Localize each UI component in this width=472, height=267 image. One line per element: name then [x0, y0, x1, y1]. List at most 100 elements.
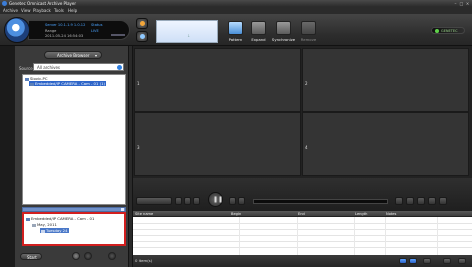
- main-toolbar: Server 10.1.1.9 1.0.12 Range Status 2011…: [0, 14, 472, 46]
- export-button[interactable]: [108, 252, 116, 260]
- search-label: Source: [19, 66, 33, 71]
- preview-arrow-icon: ↓: [187, 33, 191, 38]
- bookmark-button[interactable]: [417, 197, 425, 205]
- maximize-icon[interactable]: □: [459, 1, 464, 6]
- calendar-item-label: Tuesday 24: [46, 228, 68, 233]
- zoom-out-button[interactable]: [395, 197, 403, 205]
- zoom-in-button[interactable]: [406, 197, 414, 205]
- calendar-item[interactable]: Tuesday 24: [40, 228, 69, 233]
- app-icon: [2, 1, 7, 6]
- brand-text: GENETEC: [441, 29, 458, 33]
- step-back-button[interactable]: [184, 197, 191, 205]
- synchronize-tool[interactable]: Synchronize: [271, 20, 296, 45]
- view-details-button[interactable]: [409, 258, 417, 264]
- menu-archive[interactable]: Archive: [3, 8, 18, 13]
- tree-item[interactable]: Embedded/IP CAMERA - Cam - 01 (1): [29, 81, 106, 86]
- grid-divider: [354, 217, 355, 255]
- menu-help[interactable]: Help: [68, 8, 77, 13]
- camera-icon: [26, 217, 30, 221]
- calendar-tree: Embedded/IP CAMERA - Cam - 01 May, 2011 …: [22, 212, 126, 246]
- camera-logo-icon: [4, 17, 30, 43]
- search-input[interactable]: All archives: [33, 63, 124, 71]
- snapshot-button[interactable]: [136, 18, 148, 29]
- tile-number: 1: [137, 81, 140, 86]
- column-header[interactable]: Notes: [386, 212, 396, 216]
- grid-divider: [297, 217, 298, 255]
- clear-button[interactable]: [443, 258, 451, 264]
- column-header[interactable]: Site name: [135, 212, 153, 216]
- brand-dot-icon: [435, 29, 439, 33]
- brand-logo: GENETEC: [431, 27, 465, 34]
- menu-playback[interactable]: Playback: [33, 8, 51, 13]
- menu-tools[interactable]: Tools: [54, 8, 64, 13]
- view-list-button[interactable]: [399, 258, 407, 264]
- synchronize-label: Synchronize: [271, 37, 296, 42]
- info-level-bar: [111, 34, 125, 36]
- calendar-item-label: Embedded/IP CAMERA - Cam - 01: [31, 216, 95, 221]
- results-table: [133, 217, 472, 255]
- status-bar: 0 item(s): [133, 255, 472, 267]
- menu-bar: Archive View Playback Tools Help: [0, 7, 472, 14]
- step-forward-button[interactable]: [229, 197, 236, 205]
- tile-number: 2: [305, 81, 308, 86]
- eye-button[interactable]: [136, 31, 148, 42]
- grid-divider: [385, 217, 386, 255]
- search-icon[interactable]: [117, 65, 122, 70]
- day-icon: [41, 229, 45, 233]
- column-header[interactable]: Begin: [231, 212, 241, 216]
- collapse-icon[interactable]: [121, 208, 124, 211]
- start-label: Start: [27, 255, 37, 260]
- loop-button[interactable]: [428, 197, 436, 205]
- filter-button[interactable]: [423, 258, 431, 264]
- video-tile[interactable]: 1: [134, 48, 301, 112]
- camera-icon: [30, 82, 34, 86]
- eye-icon: [140, 34, 145, 39]
- expand-label: Expand: [251, 37, 266, 42]
- archive-browser-label: Archive Browser: [57, 53, 90, 58]
- slow-button[interactable]: [193, 197, 200, 205]
- archive-browser-button[interactable]: Archive Browser ▾: [44, 51, 102, 59]
- calendar-item[interactable]: Embedded/IP CAMERA - Cam - 01: [26, 216, 94, 221]
- left-panel: Archive Browser ▾ Source All archives Sl…: [15, 46, 128, 267]
- play-pause-button[interactable]: ❚❚: [208, 192, 223, 207]
- archive-tree: Slovic-PC Embedded/IP CAMERA - Cam - 01 …: [22, 74, 126, 205]
- remove-tool[interactable]: Remove: [296, 20, 321, 45]
- timeline-slider[interactable]: [253, 199, 388, 204]
- title-bar: Genetec Omnicast Archive Player – □ ×: [0, 0, 472, 7]
- grid-divider: [437, 217, 438, 255]
- menu-view[interactable]: View: [21, 8, 31, 13]
- playback-controls: ❚❚: [133, 178, 472, 211]
- video-tile[interactable]: 4: [302, 112, 469, 176]
- pattern-tool[interactable]: Pattern: [223, 20, 248, 45]
- synchronize-icon: [276, 21, 291, 35]
- minimize-icon[interactable]: –: [453, 1, 458, 6]
- rewind-button[interactable]: [175, 197, 182, 205]
- info-line-4: 2011-05-24 16:54:03: [45, 34, 84, 38]
- grid-divider: [239, 217, 240, 255]
- video-tile[interactable]: 3: [134, 112, 301, 176]
- info-line-3: Status: [91, 23, 103, 27]
- start-button[interactable]: Start: [20, 253, 42, 260]
- close-icon[interactable]: ×: [465, 1, 470, 6]
- grid-divider: [133, 229, 472, 230]
- column-header[interactable]: End: [298, 212, 305, 216]
- sun-icon: [140, 21, 145, 26]
- fast-forward-button[interactable]: [238, 197, 245, 205]
- video-grid: 1 2 3 4: [133, 46, 472, 178]
- column-header[interactable]: Length: [355, 212, 367, 216]
- info-line-2: Range: [45, 29, 57, 33]
- options-button[interactable]: [72, 252, 80, 260]
- expand-tool[interactable]: Expand: [246, 20, 271, 45]
- info-line-1: Server 10.1.1.9 1.0.12: [45, 23, 86, 27]
- refresh-button[interactable]: [84, 252, 92, 260]
- tile-number: 3: [137, 145, 140, 150]
- video-tile[interactable]: 2: [302, 48, 469, 112]
- grid-divider: [133, 223, 472, 224]
- settings-button[interactable]: [458, 258, 466, 264]
- calendar-item[interactable]: May, 2011: [32, 222, 57, 227]
- tree-item-label: Embedded/IP CAMERA - Cam - 01 (1): [35, 81, 105, 86]
- info-line-5: LIVE: [91, 29, 99, 33]
- export-clip-button[interactable]: [439, 197, 447, 205]
- preview-box[interactable]: ↓: [156, 20, 218, 43]
- speed-selector[interactable]: [136, 197, 172, 205]
